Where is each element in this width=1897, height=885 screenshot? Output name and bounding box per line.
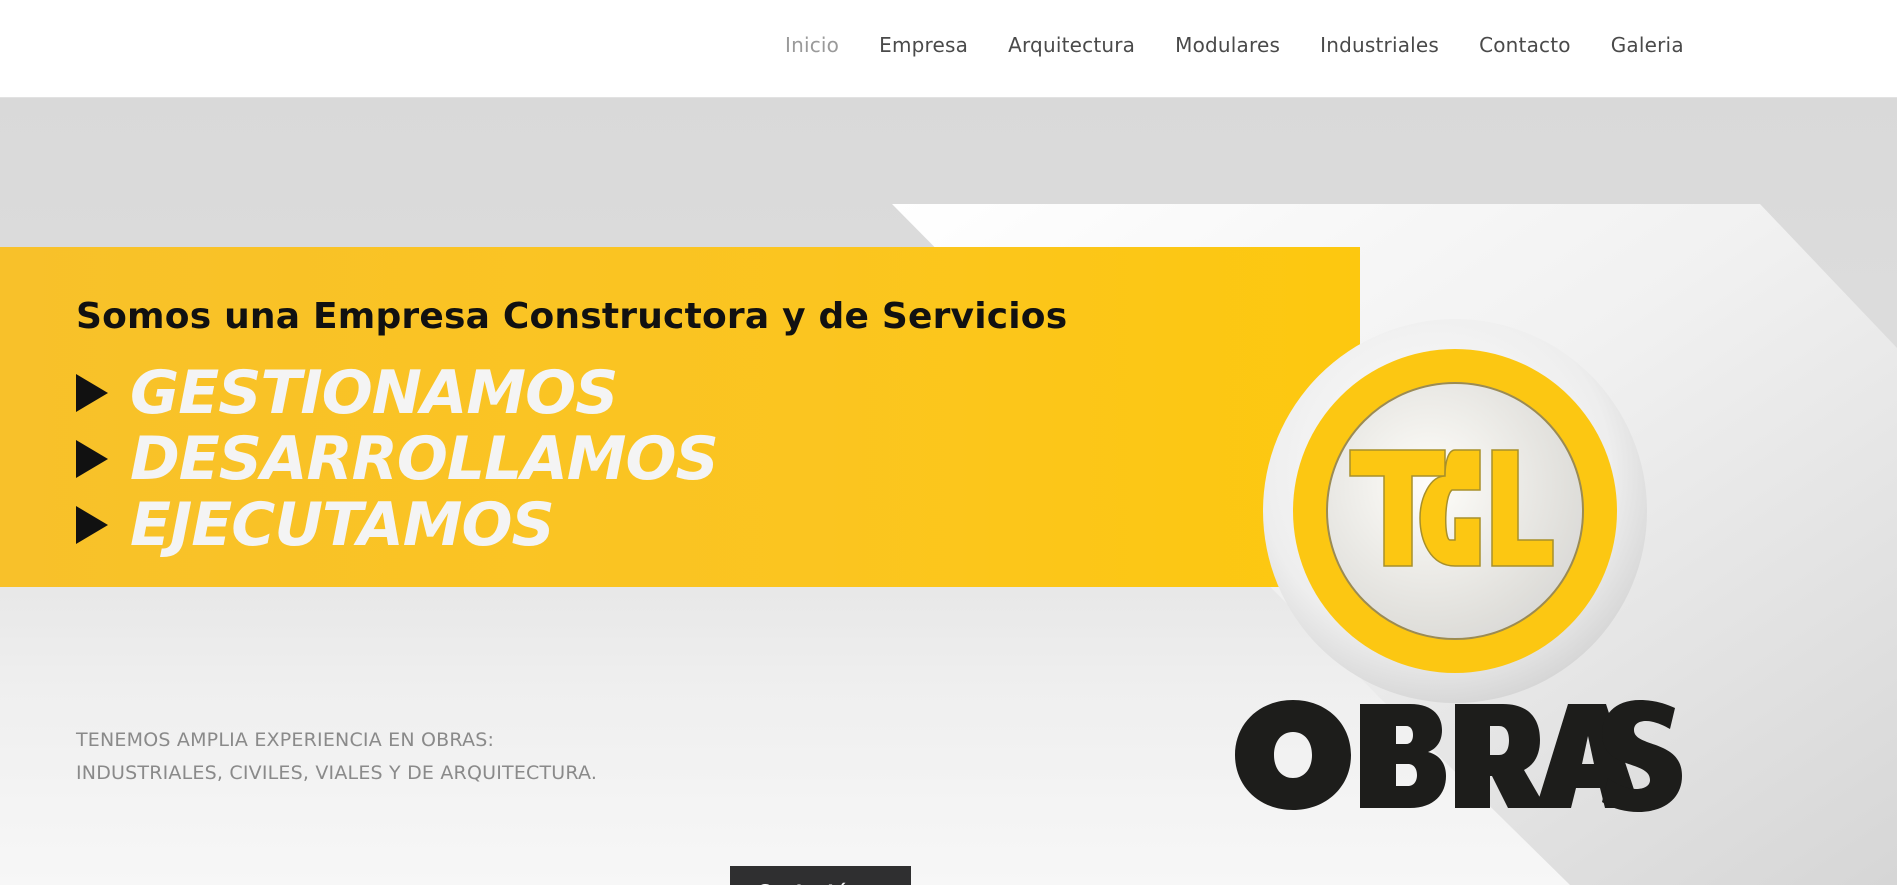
service-label: DESARROLLAMOS — [130, 424, 719, 494]
arrow-right-icon — [76, 374, 108, 412]
nav-item-empresa[interactable]: Empresa — [879, 33, 968, 57]
tgl-obras-logo — [1235, 319, 1682, 812]
nav-item-inicio[interactable]: Inicio — [785, 33, 839, 57]
arrow-right-icon — [76, 506, 108, 544]
site-header: Inicio Empresa Arquitectura Modulares In… — [0, 0, 1897, 98]
services-list: GESTIONAMOS DESARROLLAMOS EJECUTAMOS — [76, 358, 719, 560]
nav-item-galeria[interactable]: Galeria — [1611, 33, 1684, 57]
service-label: GESTIONAMOS — [130, 358, 618, 428]
service-item: GESTIONAMOS — [76, 358, 718, 428]
service-label: EJECUTAMOS — [130, 490, 555, 560]
arrow-right-icon — [76, 440, 108, 478]
service-item: EJECUTAMOS — [76, 490, 718, 560]
nav-item-modulares[interactable]: Modulares — [1175, 33, 1280, 57]
nav-item-arquitectura[interactable]: Arquitectura — [1008, 33, 1135, 57]
nav-item-contacto[interactable]: Contacto — [1479, 33, 1571, 57]
experience-line: TENEMOS AMPLIA EXPERIENCIA EN OBRAS: — [76, 729, 495, 751]
hero-section: Somos una Empresa Constructora y de Serv… — [0, 98, 1897, 885]
nav-item-industriales[interactable]: Industriales — [1320, 33, 1439, 57]
experience-line: INDUSTRIALES, CIVILES, VIALES Y DE ARQUI… — [76, 762, 598, 784]
service-item: DESARROLLAMOS — [76, 424, 719, 494]
main-nav: Inicio Empresa Arquitectura Modulares In… — [785, 33, 1724, 57]
experience-text: TENEMOS AMPLIA EXPERIENCIA EN OBRAS: IND… — [76, 724, 597, 790]
contact-button[interactable]: Contactános — [730, 866, 911, 885]
hero-tagline: Somos una Empresa Constructora y de Serv… — [76, 296, 1068, 337]
